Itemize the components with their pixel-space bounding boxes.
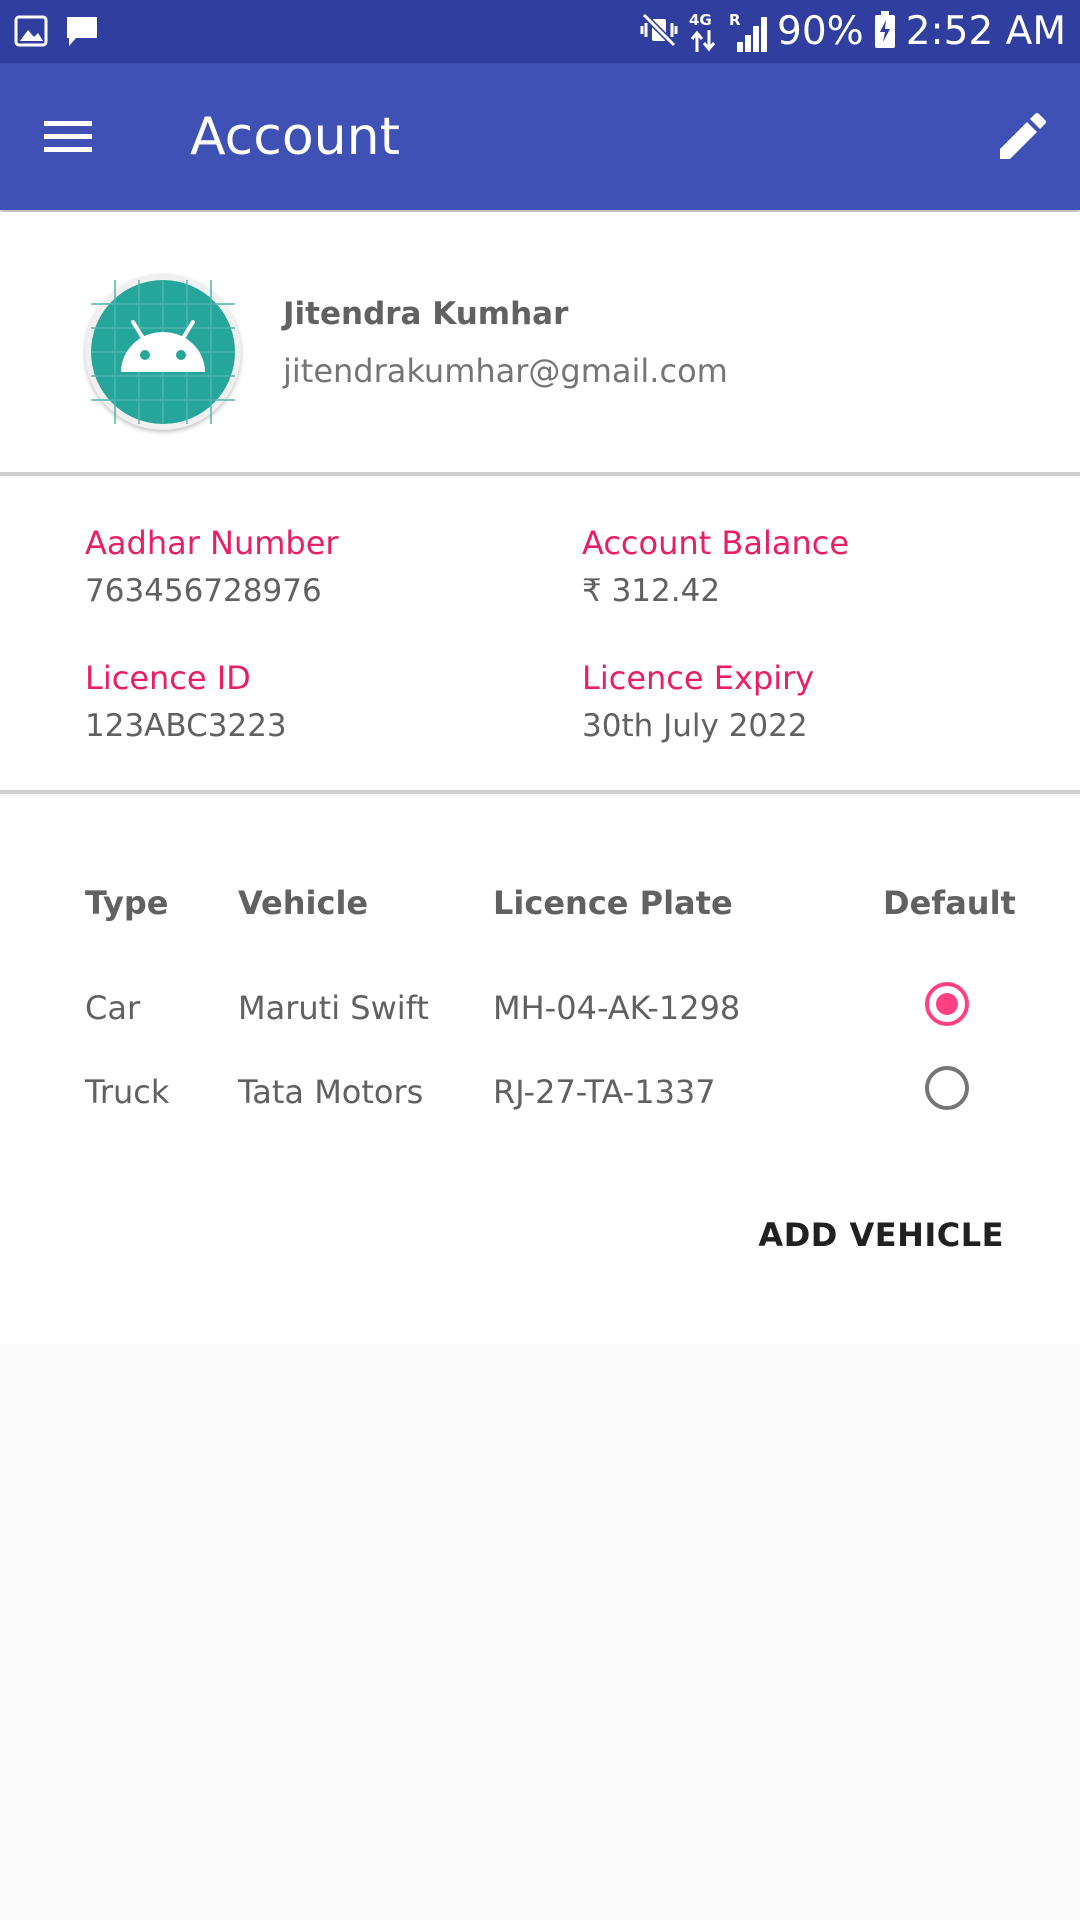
column-header-plate: Licence Plate: [493, 884, 733, 922]
vehicle-type: Truck: [85, 1073, 170, 1111]
add-vehicle-button[interactable]: ADD VEHICLE: [758, 1216, 1004, 1254]
vehicle-name: Tata Motors: [238, 1073, 424, 1111]
licence-id-value: 123ABC3223: [85, 708, 287, 744]
column-header-vehicle: Vehicle: [238, 884, 369, 922]
mute-vibrate-icon: [639, 10, 679, 54]
battery-charging-icon: [874, 11, 896, 53]
signal-icon: R: [729, 8, 767, 56]
menu-icon: [44, 121, 92, 152]
status-system: 4G R 90% 2:52 AM: [639, 8, 1066, 56]
licence-expiry-label: Licence Expiry: [582, 659, 815, 697]
licence-expiry-value: 30th July 2022: [582, 708, 808, 744]
profile-name: Jitendra Kumhar: [283, 296, 569, 332]
licence-id-label: Licence ID: [85, 659, 251, 697]
default-radio[interactable]: [925, 982, 969, 1026]
aadhar-label: Aadhar Number: [85, 524, 339, 562]
vehicle-plate: MH-04-AK-1298: [493, 989, 741, 1027]
avatar[interactable]: [85, 274, 241, 430]
edit-button[interactable]: [992, 107, 1052, 167]
status-bar: 4G R 90% 2:52 AM: [0, 0, 1080, 63]
page-title: Account: [190, 107, 400, 167]
divider: [0, 472, 1080, 476]
column-header-default: Default: [883, 884, 1016, 922]
message-icon: [64, 14, 100, 54]
app-bar: Account: [0, 63, 1080, 210]
status-notifications: [14, 14, 100, 54]
balance-label: Account Balance: [582, 524, 849, 562]
vehicle-type: Car: [85, 989, 141, 1027]
data-arrows-icon: 4G: [689, 8, 719, 56]
vehicle-name: Maruti Swift: [238, 989, 429, 1027]
menu-button[interactable]: [40, 109, 96, 165]
battery-percent: 90%: [777, 9, 864, 54]
android-icon: [91, 280, 235, 424]
clock: 2:52 AM: [905, 9, 1066, 54]
aadhar-value: 763456728976: [85, 573, 322, 609]
vehicle-table: Type Vehicle Licence Plate Default Car M…: [0, 796, 1080, 1344]
image-icon: [14, 14, 48, 54]
account-details: Aadhar Number 763456728976 Account Balan…: [0, 478, 1080, 790]
divider: [0, 790, 1080, 794]
profile-card: Jitendra Kumhar jitendrakumhar@gmail.com: [0, 212, 1080, 472]
edit-icon: [1000, 113, 1046, 159]
profile-email: jitendrakumhar@gmail.com: [283, 352, 728, 390]
balance-value: ₹ 312.42: [582, 573, 721, 609]
column-header-type: Type: [85, 884, 169, 922]
default-radio[interactable]: [925, 1066, 969, 1110]
vehicle-plate: RJ-27-TA-1337: [493, 1073, 716, 1111]
